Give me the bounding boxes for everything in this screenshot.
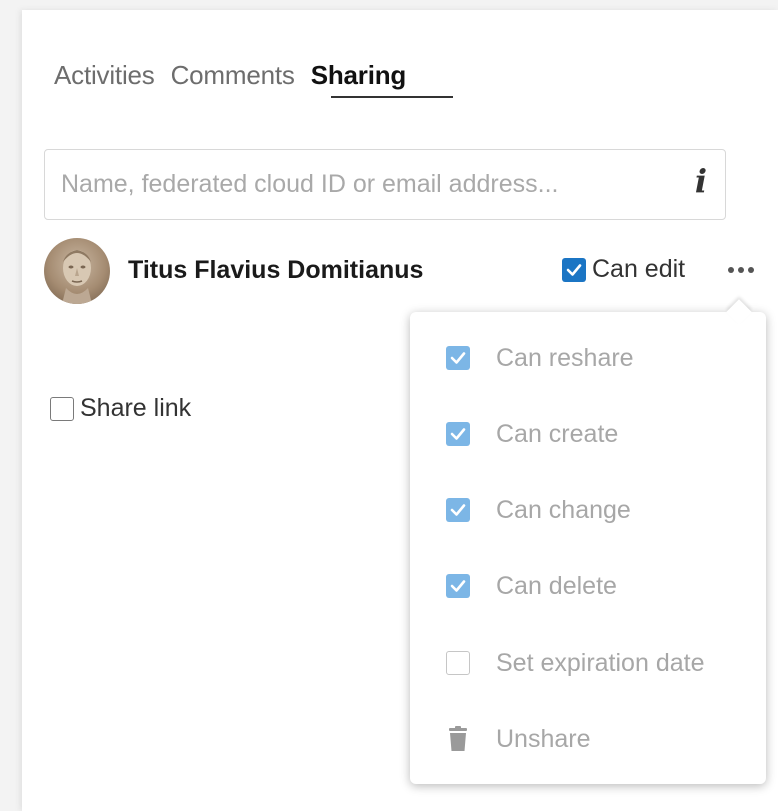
sharee-name: Titus Flavius Domitianus bbox=[128, 256, 424, 284]
menu-item-can-reshare[interactable]: Can reshare bbox=[446, 338, 634, 378]
share-link-checkbox[interactable]: Share link bbox=[50, 394, 191, 423]
menu-item-label: Can reshare bbox=[496, 343, 634, 372]
menu-item-can-change[interactable]: Can change bbox=[446, 490, 631, 530]
checkbox-checked-icon[interactable] bbox=[446, 422, 470, 446]
info-icon[interactable]: i bbox=[695, 162, 707, 200]
menu-item-set-expiration-date[interactable]: Set expiration date bbox=[446, 643, 704, 683]
share-options-menu: Can reshare Can create Can change Can de… bbox=[410, 299, 766, 784]
trash-icon bbox=[446, 726, 470, 751]
checkbox-checked-icon[interactable] bbox=[446, 346, 470, 370]
more-options-icon[interactable] bbox=[726, 260, 756, 280]
active-tab-indicator bbox=[331, 96, 453, 98]
menu-item-label: Unshare bbox=[496, 724, 591, 753]
menu-item-label: Can delete bbox=[496, 571, 617, 600]
share-search-input[interactable] bbox=[61, 170, 681, 199]
tab-sharing[interactable]: Sharing bbox=[311, 60, 407, 91]
menu-item-label: Set expiration date bbox=[496, 648, 705, 677]
menu-item-unshare[interactable]: Unshare bbox=[446, 719, 591, 759]
checkbox-checked-icon[interactable] bbox=[446, 574, 470, 598]
can-edit-label: Can edit bbox=[592, 255, 686, 283]
menu-item-can-delete[interactable]: Can delete bbox=[446, 566, 617, 606]
avatar bbox=[44, 238, 110, 304]
tab-activities[interactable]: Activities bbox=[54, 60, 155, 91]
checkbox-unchecked-icon[interactable] bbox=[50, 396, 74, 421]
menu-item-label: Can change bbox=[496, 495, 631, 524]
tab-comments[interactable]: Comments bbox=[171, 60, 295, 91]
share-link-label: Share link bbox=[80, 394, 192, 422]
checkbox-checked-icon[interactable] bbox=[562, 257, 586, 282]
checkbox-unchecked-icon[interactable] bbox=[446, 651, 470, 675]
sharee-row: Titus Flavius Domitianus Can edit bbox=[44, 238, 764, 308]
menu-item-label: Can create bbox=[496, 419, 619, 448]
checkbox-checked-icon[interactable] bbox=[446, 498, 470, 522]
share-search-field: i bbox=[44, 149, 726, 220]
menu-item-can-create[interactable]: Can create bbox=[446, 414, 618, 454]
can-edit-checkbox[interactable]: Can edit bbox=[562, 255, 685, 284]
